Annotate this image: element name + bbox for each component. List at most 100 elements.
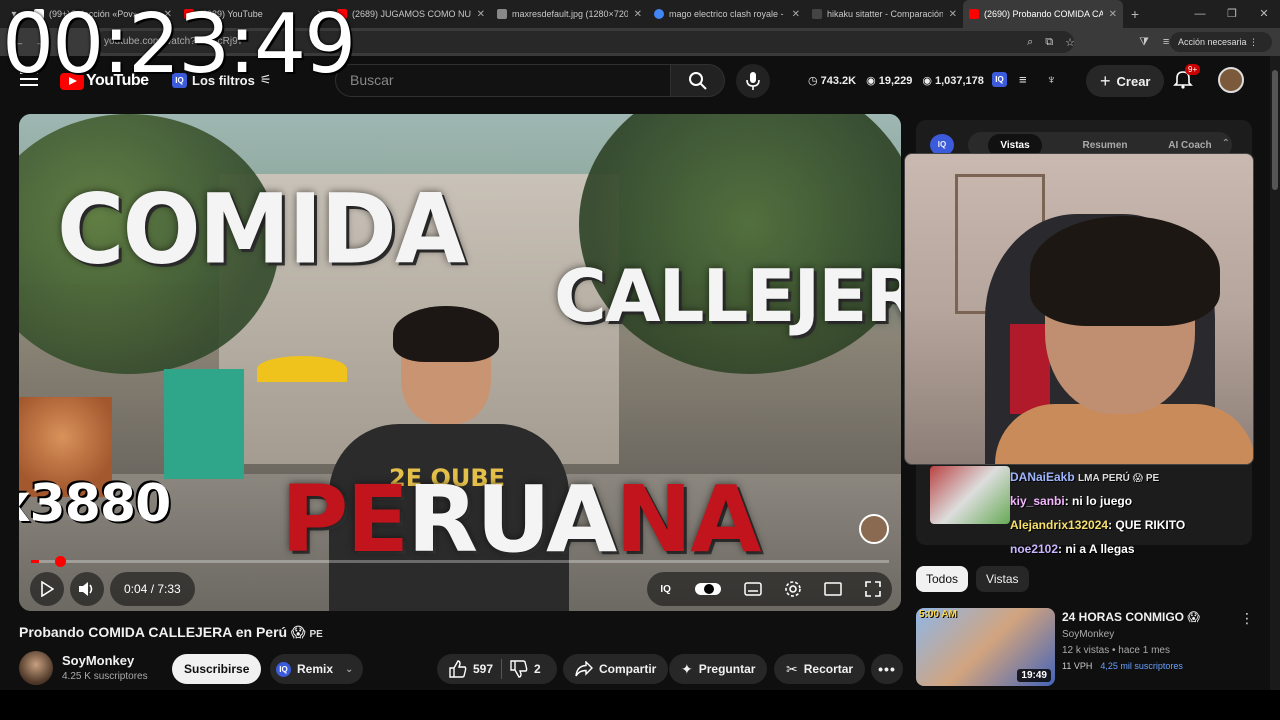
extensions-icon[interactable]: ⧩ [1139,36,1149,49]
flag-label: PE [309,629,323,640]
iq-icon[interactable]: IQ [992,72,1007,87]
browser-tab[interactable]: mago electrico clash royale - B ✕ [648,0,806,28]
browser-tab[interactable]: (2689) JUGAMOS COMO NUES ✕ [331,0,491,28]
tab-close-icon[interactable]: ✕ [1109,9,1117,20]
iq-icon: IQ [276,661,291,677]
chip-todos[interactable]: Todos [916,566,969,592]
dislike-count: 2 [534,662,541,676]
voice-search-button[interactable] [736,64,770,98]
kebab-menu-icon[interactable]: ⋮ [1249,37,1258,47]
remix-button[interactable]: IQ Remix ⌄ [270,654,364,684]
stat-views-hour: ◷ 743.2K [808,74,856,88]
plus-icon: + [1100,70,1111,91]
chat-user: noe2102 [1010,542,1059,556]
chat-text: LMA PERÚ 😱 PE [1078,473,1160,484]
tab-close-icon[interactable]: ✕ [634,9,642,20]
recommended-title[interactable]: 24 HORAS CONMIGO 😱 [1062,610,1200,624]
tab-close-icon[interactable]: ✕ [792,9,800,20]
thumbnail-text-comida: COMIDA [57,173,466,286]
iq-icon[interactable]: IQ [658,582,673,597]
user-avatar[interactable] [1218,67,1244,93]
recommended-thumbnail[interactable]: 5:00 AM 19:49 [916,608,1055,686]
eye-icon: ◉ [922,75,932,87]
video-duration: 19:49 [1017,669,1051,682]
browser-tab[interactable]: hikaku sitatter - Comparación ✕ [806,0,963,28]
create-button[interactable]: + Crear [1086,65,1165,97]
account-action-button[interactable]: Acción necesaria ⋮ [1169,32,1272,52]
list-icon[interactable]: ≡ [1019,72,1027,87]
tab-title: (2689) JUGAMOS COMO NUES [352,9,471,19]
masthead-tool-icons: IQ ≡ ♆ [992,72,1056,87]
clip-button[interactable]: ✂ Recortar [774,654,866,684]
recommended-channel[interactable]: SoyMonkey [1062,629,1114,640]
search-input[interactable]: Buscar [335,64,671,97]
search-button[interactable] [671,64,725,97]
tab-resumen[interactable]: Resumen [1082,140,1127,151]
webcam-chair-stripe [1010,324,1050,414]
more-actions-button[interactable]: ••• [871,654,903,684]
stat-value: 1,037,178 [934,74,984,87]
scrollbar-thumb[interactable] [1272,70,1278,190]
page-scrollbar[interactable] [1270,56,1280,690]
fullscreen-icon[interactable] [864,581,881,597]
tab-close-icon[interactable]: ✕ [949,9,957,20]
video-title-text: Probando COMIDA CALLEJERA en Perú 😱 [19,624,306,640]
notifications-button[interactable]: 9+ [1173,64,1201,89]
new-tab-button[interactable]: + [1123,6,1147,22]
autoplay-toggle[interactable] [695,583,722,595]
dislike-button[interactable]: 2 [510,660,541,678]
share-button[interactable]: Compartir [563,654,669,684]
subscribe-button[interactable]: Suscribirse [172,654,262,684]
channel-avatar[interactable] [19,651,53,685]
more-horizontal-icon: ••• [878,661,896,677]
thumbnail-text-callejera: CALLEJERA [554,254,901,338]
progress-fill [31,560,39,563]
play-button[interactable] [30,572,64,606]
person-hair [393,306,499,362]
progress-bar[interactable] [31,556,889,567]
subtitles-icon[interactable] [744,582,762,596]
settings-gear-icon[interactable] [784,580,802,598]
browser-tab[interactable]: maxresdefault.jpg (1280×720) ✕ [491,0,648,28]
chat-message: Alejandrix132024: QUE RIKITO [1010,518,1185,532]
restore-icon[interactable]: ❐ [1216,0,1248,28]
like-button[interactable]: 597 [449,660,493,678]
chevron-up-icon[interactable]: ⌃ [1222,138,1230,149]
play-icon [41,581,54,597]
volume-button[interactable] [70,572,104,606]
tab-title: mago electrico clash royale - B [669,9,786,19]
tab-close-icon[interactable]: ✕ [477,9,485,20]
search-icon [688,71,707,90]
tab-favicon-icon [969,9,979,19]
minimize-icon[interactable]: — [1184,0,1216,28]
chat-text: : QUE RIKITO [1108,518,1186,532]
video-title: Probando COMIDA CALLEJERA en Perú 😱 PE [19,624,323,641]
trophy-icon[interactable]: ♆ [1047,72,1057,87]
player-controls-right: IQ [647,572,892,606]
video-frame-kiosk [164,369,244,479]
chip-vistas[interactable]: Vistas [976,566,1029,592]
ask-button[interactable]: ✦ Preguntar [669,654,768,684]
kebab-menu-icon[interactable]: ⋮ [1240,610,1254,627]
tab-ai-coach[interactable]: AI Coach [1168,140,1211,151]
channel-name[interactable]: SoyMonkey [62,653,134,668]
bookmark-star-icon[interactable]: ☆ [1065,36,1075,49]
media-icon[interactable]: ≡ [1163,36,1169,48]
recommended-video[interactable]: 5:00 AM 19:49 24 HORAS CONMIGO 😱 SoyMonk… [916,608,1256,688]
tab-title: maxresdefault.jpg (1280×720) [512,9,628,19]
chat-thumbnail [930,466,1010,524]
browser-tab-active[interactable]: (2690) Probando COMIDA CALL ✕ [963,0,1123,28]
create-label: Crear [1116,73,1151,89]
ask-label: Preguntar [698,662,756,676]
time-display: 0:04 / 7:33 [110,572,195,606]
theater-mode-icon[interactable] [824,582,843,596]
zoom-icon[interactable]: ⌕ [1027,36,1033,49]
progress-scrubber[interactable] [54,556,66,567]
omnibox-icons: ⌕ ⧉ ☆ [1027,28,1075,56]
video-player[interactable]: 2E QUBE COMIDA CALLEJERA PERUANA x3880 0… [19,114,901,611]
close-window-icon[interactable]: ✕ [1248,0,1280,28]
cast-icon[interactable]: ⧉ [1045,36,1053,49]
channel-watermark[interactable] [859,514,889,544]
eye-icon: ◉ [866,75,876,87]
tab-title: (2690) Probando COMIDA CALL [984,9,1103,19]
